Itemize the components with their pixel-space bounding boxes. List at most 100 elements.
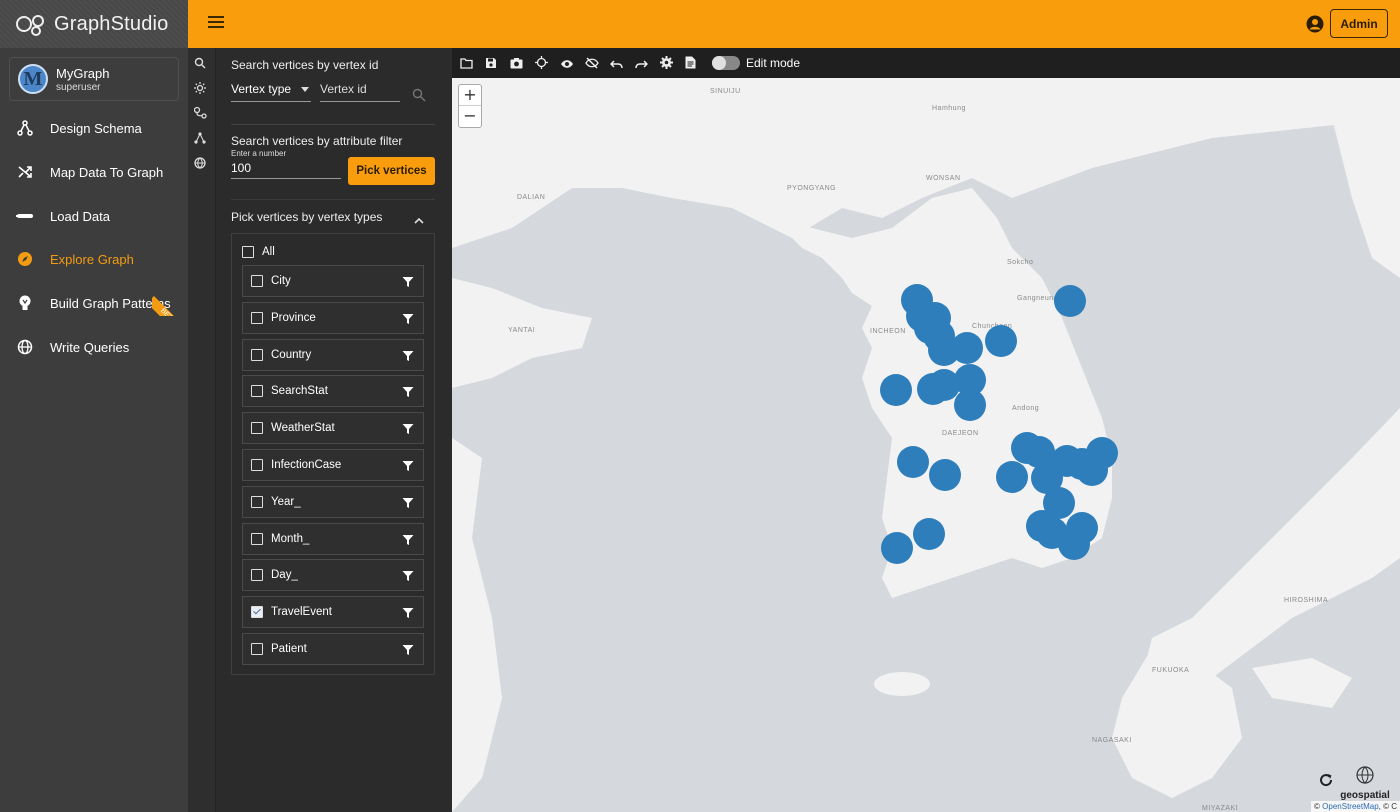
load-icon [16,207,34,225]
vertex-type-row[interactable]: WeatherStat [242,412,424,445]
eye-icon[interactable] [560,56,574,70]
vertex-marker[interactable] [951,332,983,364]
nav-label: Map Data To Graph [50,164,164,180]
checkbox-icon[interactable] [251,422,263,435]
admin-button[interactable]: Admin [1330,9,1388,38]
document-icon[interactable] [685,56,699,70]
vertex-marker[interactable] [881,532,913,564]
vertex-marker[interactable] [1054,285,1086,317]
checkbox-icon[interactable] [251,569,263,582]
checkbox-icon[interactable] [251,311,263,324]
filter-icon[interactable] [402,496,414,508]
vertex-type-label: SearchStat [271,385,328,398]
vertex-marker[interactable] [996,461,1028,493]
checkbox-icon[interactable] [251,275,263,287]
vertex-type-label: Year_ [271,495,301,508]
nav-load-data[interactable]: Load Data [0,203,188,229]
filter-icon[interactable] [402,275,414,287]
gear-icon[interactable] [660,56,674,70]
checkbox-icon[interactable] [251,643,263,655]
checkbox-icon [242,246,254,258]
checkbox-icon[interactable] [251,459,263,471]
checkbox-icon[interactable] [251,495,263,508]
place-label: NAGASAKI [1092,737,1132,744]
filter-icon[interactable] [402,569,414,582]
graphstudio-logo-icon [14,11,48,37]
chevron-up-icon[interactable] [414,212,424,224]
all-checkbox[interactable]: All [242,246,275,258]
vertex-marker[interactable] [1086,437,1118,469]
filter-icon[interactable] [402,533,414,545]
nav-explore-graph[interactable]: Explore Graph [0,246,188,272]
vertex-type-row[interactable]: TravelEvent [242,596,424,629]
vertex-type-row[interactable]: InfectionCase [242,449,424,481]
folder-open-icon[interactable] [460,56,474,70]
zoom-in-button[interactable]: + [459,85,481,106]
filter-icon[interactable] [402,643,414,655]
nav-design-schema[interactable]: Design Schema [0,115,188,141]
geospatial-logo: geospatial [1340,766,1390,801]
checkbox-icon[interactable] [251,385,263,398]
zoom-out-button[interactable]: − [459,106,481,127]
osm-link[interactable]: OpenStreetMap [1322,802,1378,811]
user-account-icon[interactable] [1306,15,1324,33]
camera-icon[interactable] [510,56,524,70]
pick-vertices-button[interactable]: Pick vertices [348,157,435,185]
attribute-filter-title: Search vertices by attribute filter [231,134,403,148]
undo-icon[interactable] [609,56,624,70]
filter-icon[interactable] [402,422,414,435]
vertex-marker[interactable] [929,459,961,491]
vertex-marker[interactable] [954,389,986,421]
vertex-marker[interactable] [880,374,912,406]
vertex-type-row[interactable]: Province [242,301,424,334]
attribution-suffix: , © C [1378,802,1397,811]
vertex-type-row[interactable]: Month_ [242,522,424,555]
vertex-type-label: Day_ [271,569,298,582]
locate-icon[interactable] [535,56,549,70]
vertex-type-row[interactable]: Country [242,338,424,371]
checkbox-icon[interactable] [251,532,263,545]
redo-icon[interactable] [635,56,649,70]
search-icon[interactable] [194,56,210,72]
settings-sun-icon[interactable] [194,81,210,97]
edit-mode-toggle[interactable] [712,56,740,70]
vertex-marker[interactable] [913,518,945,550]
vertex-type-row[interactable]: Year_ [242,485,424,518]
graph-avatar: M [18,64,48,94]
number-input[interactable]: 100 [231,161,341,179]
vertex-types-list: All City Province Country SearchStat Weather… [231,233,435,675]
vertex-marker[interactable] [897,446,929,478]
graph-selector[interactable]: M MyGraph superuser [9,57,179,101]
vertex-type-row[interactable]: City [242,265,424,297]
vertex-marker[interactable] [985,325,1017,357]
filter-icon[interactable] [402,349,414,361]
search-icon[interactable] [412,88,426,102]
map-toolbar: Edit mode [452,48,1400,78]
vertex-type-select[interactable]: Vertex type [231,82,311,102]
globe-icon[interactable] [194,156,210,172]
vertex-type-row[interactable]: Day_ [242,559,424,592]
vertex-type-row[interactable]: SearchStat [242,375,424,408]
refresh-icon[interactable] [1318,772,1334,788]
checkbox-icon[interactable] [251,348,263,361]
nav-write-queries[interactable]: Write Queries [0,334,188,360]
path-icon[interactable] [193,106,210,122]
menu-icon[interactable] [208,16,224,32]
nav-label: Design Schema [50,120,142,136]
checkbox-icon[interactable] [251,606,263,619]
app-logo[interactable]: GraphStudio [0,0,188,48]
vertex-type-row[interactable]: Patient [242,633,424,665]
all-label: All [262,246,275,258]
save-icon[interactable] [485,56,499,70]
nav-map-data[interactable]: Map Data To Graph [0,159,188,185]
eye-off-icon[interactable] [585,56,599,70]
filter-icon[interactable] [402,606,414,619]
filter-icon[interactable] [402,459,414,471]
graph-nodes-icon[interactable] [194,131,210,147]
vertex-id-input[interactable]: Vertex id [320,82,400,102]
map-view[interactable]: SINUIJU PYONGYANG WONSAN DALIAN YANTAI I… [452,78,1400,812]
filter-icon[interactable] [402,312,414,324]
vertex-marker[interactable] [1066,512,1098,544]
place-label: Sokcho [1007,259,1033,266]
filter-icon[interactable] [402,385,414,398]
